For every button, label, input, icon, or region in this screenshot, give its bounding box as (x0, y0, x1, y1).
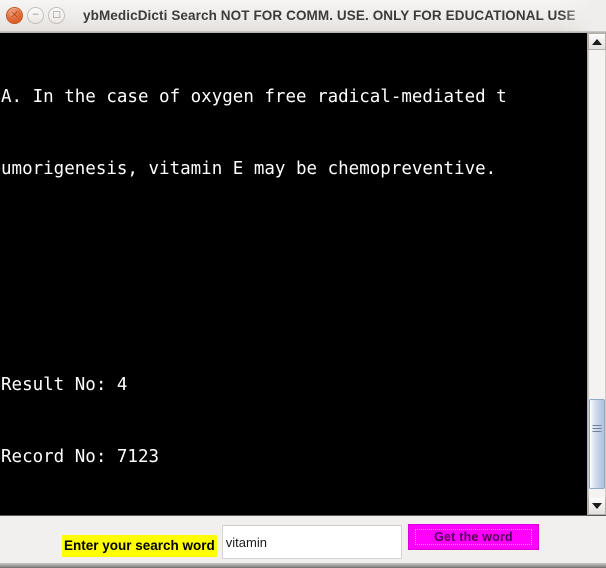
button-focus-ring: Get the word (415, 529, 532, 545)
text-line: umorigenesis, vitamin E may be chemoprev… (1, 159, 497, 179)
text-line-result-no: Result No: 4 (1, 375, 128, 395)
text-line (1, 301, 587, 325)
search-input[interactable] (221, 525, 402, 559)
minimize-window-button[interactable]: − (27, 7, 44, 24)
window-title: ybMedicDicti Search NOT FOR COMM. USE. O… (83, 7, 576, 23)
maximize-window-button[interactable]: □ (48, 7, 65, 24)
search-label: Enter your search word (62, 534, 217, 557)
scrollbar-track[interactable] (588, 50, 606, 498)
text-line (1, 229, 587, 253)
scroll-down-button[interactable] (588, 498, 606, 515)
minimize-icon: − (31, 10, 40, 20)
scrollbar-thumb[interactable] (589, 399, 605, 490)
scrollbar-grip-icon (592, 424, 602, 434)
application-window: ✕ − □ ybMedicDicti Search NOT FOR COMM. … (0, 0, 606, 568)
get-the-word-button[interactable]: Get the word (408, 524, 539, 550)
vertical-scrollbar[interactable] (587, 33, 606, 515)
triangle-up-icon (592, 38, 602, 45)
close-window-button[interactable]: ✕ (6, 7, 23, 24)
close-icon: ✕ (10, 10, 19, 21)
get-the-word-label: Get the word (434, 530, 513, 544)
title-bar: ✕ − □ ybMedicDicti Search NOT FOR COMM. … (0, 0, 606, 32)
text-line-record-no: Record No: 7123 (1, 447, 160, 467)
content-row: A. In the case of oxygen free radical-me… (0, 32, 606, 515)
triangle-down-icon (592, 503, 602, 509)
window-bottom-shadow (0, 563, 606, 568)
search-bar: Enter your search word Get the word (0, 515, 606, 568)
text-line: A. In the case of oxygen free radical-me… (1, 87, 507, 107)
result-text-area[interactable]: A. In the case of oxygen free radical-me… (0, 33, 587, 515)
window-title-wrapper: ybMedicDicti Search NOT FOR COMM. USE. O… (83, 0, 606, 31)
maximize-icon: □ (52, 10, 61, 20)
scroll-up-button[interactable] (588, 33, 606, 50)
